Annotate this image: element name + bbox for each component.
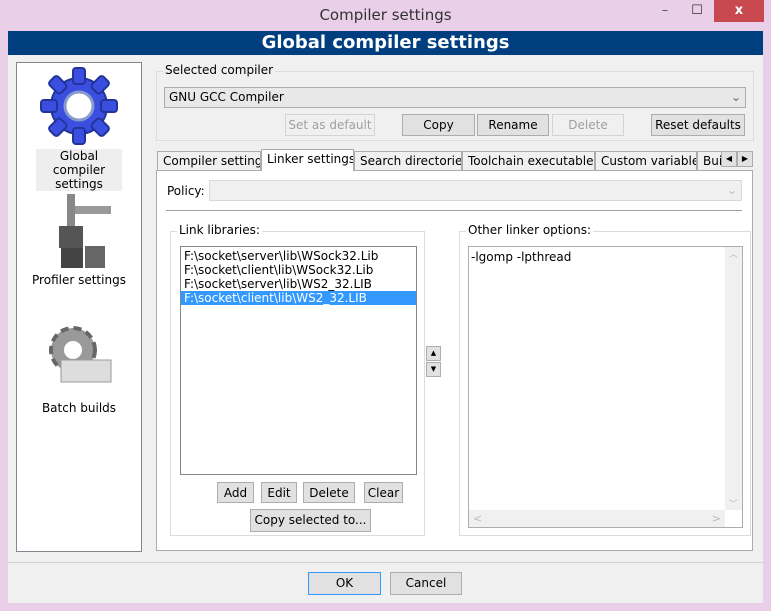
move-down-button[interactable]: ▼	[426, 362, 441, 377]
policy-select[interactable]: ⌄	[209, 180, 742, 201]
chevron-down-icon: ⌄	[730, 90, 741, 104]
tab-toolchain-executables[interactable]: Toolchain executables	[462, 151, 595, 171]
group-label: Selected compiler	[163, 63, 276, 77]
delete-compiler-button[interactable]: Delete	[552, 114, 624, 136]
sidebar-item-label: Profiler settings	[32, 273, 126, 287]
move-up-button[interactable]: ▲	[426, 346, 441, 361]
rename-button[interactable]: Rename	[477, 114, 549, 136]
page-title: Global compiler settings	[8, 31, 763, 55]
ok-button[interactable]: OK	[308, 572, 381, 595]
separator	[166, 210, 742, 211]
sidebar-item-label: Batch builds	[41, 401, 117, 415]
compiler-select[interactable]: GNU GCC Compiler ⌄	[164, 87, 746, 108]
add-library-button[interactable]: Add	[217, 482, 254, 503]
tab-build-options[interactable]: Build options	[697, 151, 721, 171]
footer-separator	[8, 562, 763, 563]
tab-custom-variables[interactable]: Custom variables	[595, 151, 697, 171]
group-label: Link libraries:	[177, 223, 262, 237]
chevron-down-icon: ⌄	[726, 183, 737, 197]
list-item[interactable]: F:\socket\server\lib\WSock32.Lib	[181, 249, 416, 263]
edit-library-button[interactable]: Edit	[261, 482, 297, 503]
list-item[interactable]: F:\socket\client\lib\WSock32.Lib	[181, 263, 416, 277]
other-linker-options-input[interactable]: -lgomp -lpthread ︿ ﹀ < >	[468, 246, 743, 528]
minimize-button[interactable]: –	[650, 0, 680, 22]
delete-library-button[interactable]: Delete	[303, 482, 355, 503]
sidebar-item-batch[interactable]: Batch builds	[16, 322, 142, 415]
sidebar-item-global[interactable]: Global compiler settings	[16, 66, 142, 191]
group-label: Other linker options:	[466, 223, 594, 237]
set-default-button[interactable]: Set as default	[285, 114, 375, 136]
list-item[interactable]: F:\socket\client\lib\WS2_32.LIB	[181, 291, 416, 305]
gear-icon	[40, 67, 118, 145]
policy-label: Policy:	[167, 184, 205, 198]
batch-gear-icon	[49, 326, 112, 383]
list-item[interactable]: F:\socket\server\lib\WS2_32.LIB	[181, 277, 416, 291]
link-libraries-list[interactable]: F:\socket\server\lib\WSock32.Lib F:\socke…	[180, 246, 417, 475]
other-linker-options-text: -lgomp -lpthread	[471, 250, 572, 264]
tab-scroll-right[interactable]: ▶	[737, 151, 753, 167]
cancel-button[interactable]: Cancel	[390, 572, 462, 595]
sidebar-item-profiler[interactable]: Profiler settings	[16, 190, 142, 287]
tab-compiler-settings[interactable]: Compiler settings	[157, 151, 261, 171]
tab-search-directories[interactable]: Search directories	[354, 151, 462, 171]
clear-libraries-button[interactable]: Clear	[364, 482, 403, 503]
copy-selected-to-button[interactable]: Copy selected to...	[250, 509, 371, 532]
copy-compiler-button[interactable]: Copy	[402, 114, 475, 136]
tab-scroll-left[interactable]: ◀	[721, 151, 737, 167]
reset-defaults-button[interactable]: Reset defaults	[651, 114, 745, 136]
vertical-scrollbar[interactable]: ︿ ﹀	[725, 247, 742, 510]
horizontal-scrollbar[interactable]: < >	[469, 510, 725, 527]
sidebar-item-label: Global compiler settings	[36, 149, 122, 191]
close-button[interactable]: x	[714, 0, 764, 22]
maximize-button[interactable]: ☐	[682, 0, 712, 22]
tab-linker-settings[interactable]: Linker settings	[261, 149, 354, 171]
caliper-icon	[59, 194, 111, 268]
compiler-select-value: GNU GCC Compiler	[169, 90, 284, 104]
